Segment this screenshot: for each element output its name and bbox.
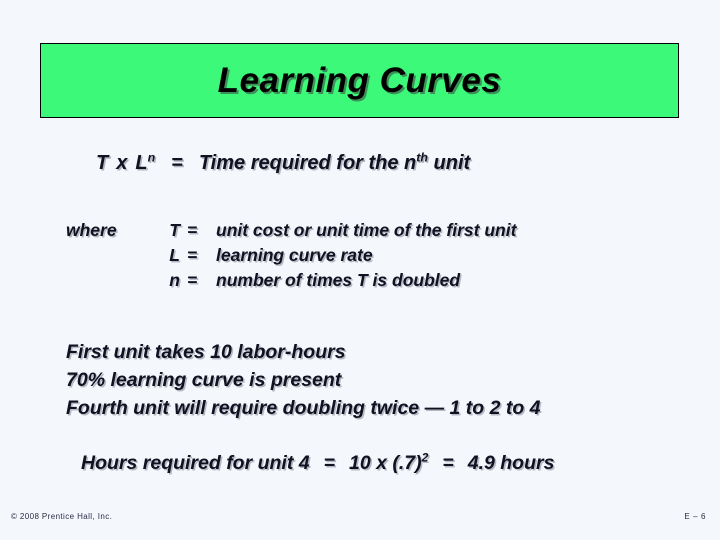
definition-symbol-l: L [169, 244, 180, 265]
result-expression-base: 10 x (.7) [349, 452, 422, 474]
result-value: 4.9 hours [467, 452, 555, 474]
definition-equals-n: = [187, 269, 198, 290]
formula-term-t: T [96, 152, 109, 174]
example-line-first-unit: First unit takes 10 labor-hours [66, 341, 346, 363]
definition-symbol-t: T [169, 220, 180, 240]
footer-copyright: © 2008 Prentice Hall, Inc. [11, 512, 113, 521]
definition-text-t: unit cost or unit time of the first unit [216, 220, 517, 240]
definition-equals-l: = [187, 244, 198, 265]
formula-description-suffix: unit [427, 152, 471, 174]
where-definitions-block: where T = unit cost or unit time of the … [66, 218, 516, 293]
result-expression-exponent: 2 [421, 450, 429, 465]
formula-times-operator: x [116, 152, 128, 174]
formula-description-superscript: th [416, 150, 428, 165]
result-equals-second: = [442, 452, 454, 474]
definition-symbol-n: n [169, 269, 180, 290]
example-line-learning-curve: 70% learning curve is present [66, 369, 342, 392]
page-title: Learning Curves [217, 60, 502, 100]
definition-text-l: learning curve rate [216, 244, 373, 265]
slide-canvas: Learning Curves Tx Ln = Time required for t… [0, 0, 720, 540]
formula-exponent-n: n [147, 150, 156, 165]
title-banner: Learning Curves [40, 43, 679, 118]
where-label: where [66, 220, 117, 240]
result-prefix: Hours required for unit 4 [81, 452, 310, 474]
example-statement-block: First unit takes 10 labor-hours 70% lear… [66, 338, 541, 422]
result-equals-first: = [323, 452, 335, 474]
example-line-fourth-unit: Fourth unit will require doubling twice … [66, 397, 541, 420]
table-row: where T = unit cost or unit time of the … [66, 218, 516, 243]
where-label-spacer [66, 243, 158, 268]
where-label-spacer [66, 268, 158, 293]
where-definitions-table: where T = unit cost or unit time of the … [66, 218, 516, 293]
definition-text-n: number of times T is doubled [216, 269, 461, 290]
formula-term-l: L [135, 152, 148, 174]
formula-line: Tx Ln = Time required for the nth unit [96, 150, 471, 175]
definition-equals-t: = [187, 220, 198, 240]
table-row: n = number of times T is doubled [66, 268, 516, 293]
footer-page-number: E – 6 [684, 512, 706, 521]
result-calculation-line: Hours required for unit 4 = 10 x (.7)2 = 4.9… [81, 450, 555, 475]
formula-equals-operator: = [171, 152, 183, 174]
table-row: L = learning curve rate [66, 243, 516, 268]
formula-description-prefix: Time required for the n [198, 152, 417, 174]
